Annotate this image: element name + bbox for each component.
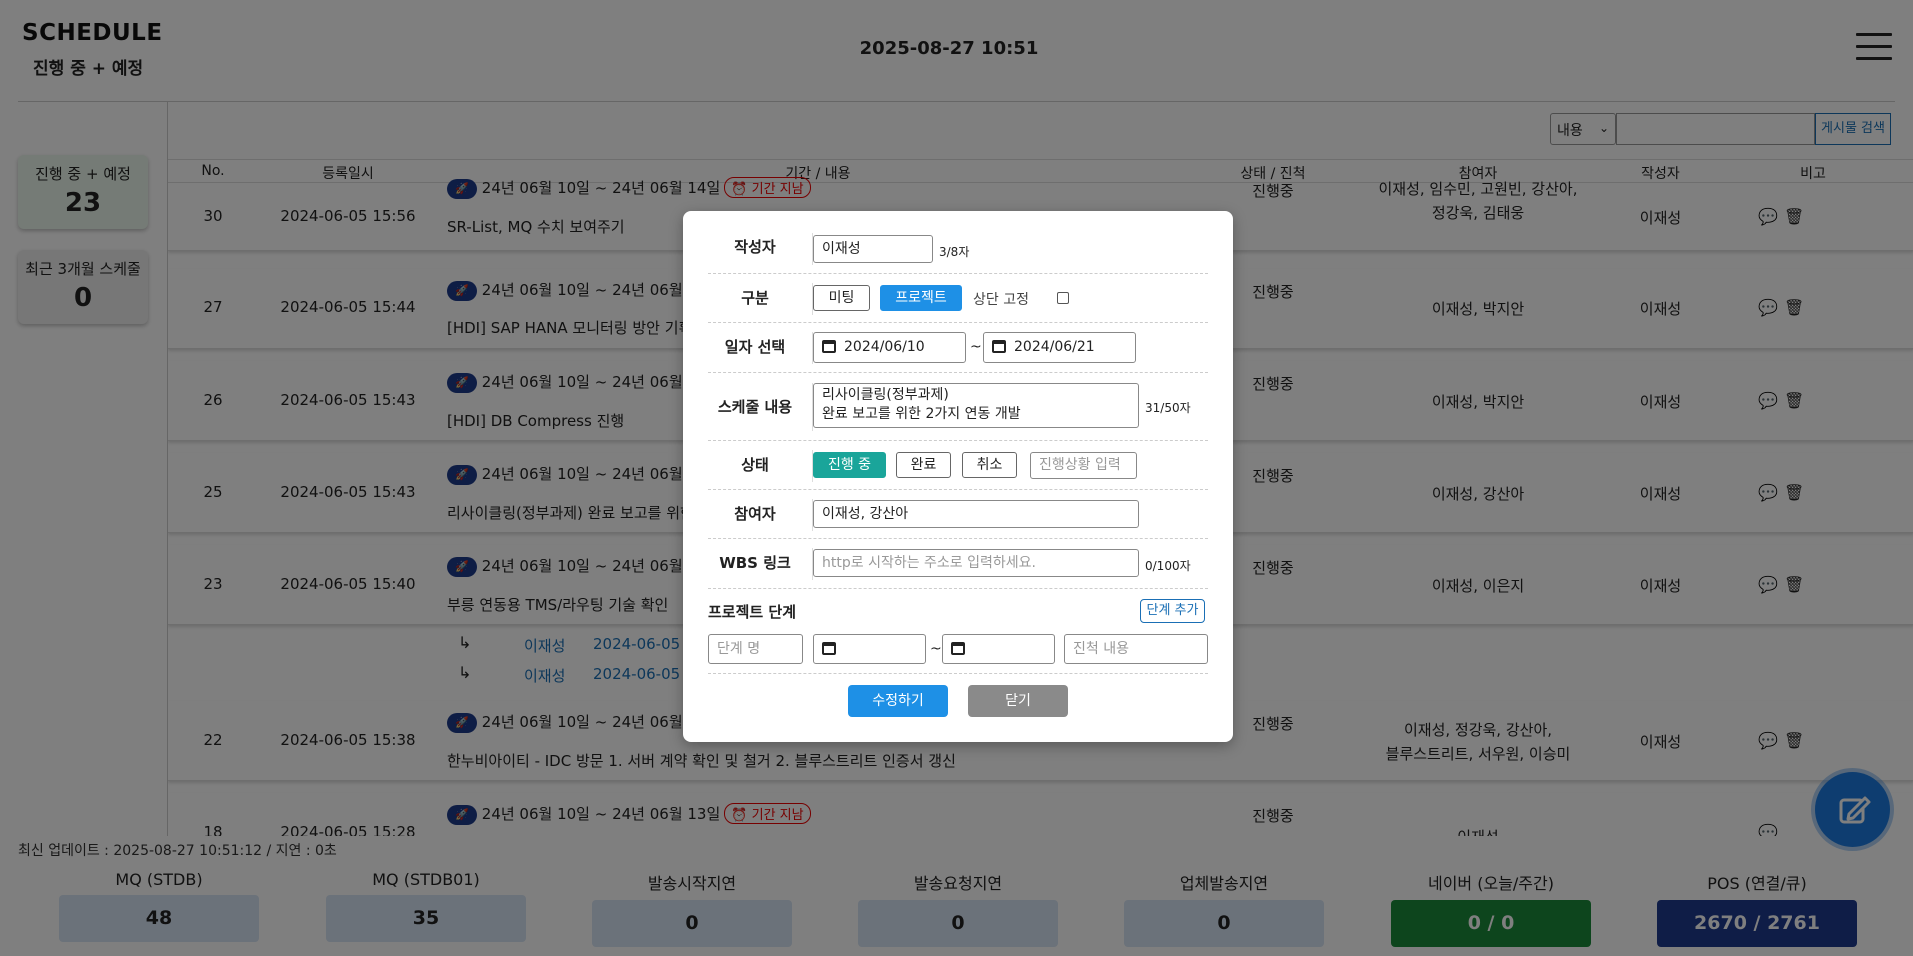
content-char-count: 31/50자 <box>1145 401 1191 415</box>
end-date-input[interactable]: 2024/06/21 <box>983 332 1136 363</box>
pin-top-checkbox[interactable] <box>1057 292 1069 304</box>
calendar-icon <box>992 340 1006 353</box>
type-project-button[interactable]: 프로젝트 <box>880 285 962 311</box>
author-row: 작성자 이재성 3/8자 <box>708 224 1208 274</box>
calendar-icon <box>822 340 836 353</box>
content-line: 완료 보고를 위한 2가지 연동 개발 <box>822 406 1021 422</box>
status-row: 상태 진행 중 완료 취소 진행상황 입력 <box>708 441 1208 490</box>
author-label: 작성자 <box>734 238 776 256</box>
stage-date-separator: ~ <box>930 641 942 657</box>
progress-input[interactable]: 진행상황 입력 <box>1030 452 1137 479</box>
wbs-link-input[interactable]: http로 시작하는 주소로 입력하세요. <box>813 549 1139 577</box>
type-label: 구분 <box>741 289 769 307</box>
status-done-button[interactable]: 완료 <box>896 452 951 478</box>
add-stage-button[interactable]: 단계 추가 <box>1140 599 1205 623</box>
participants-row: 참여자 이재성, 강산아 <box>708 490 1208 539</box>
wbs-label: WBS 링크 <box>719 554 791 572</box>
content-textarea[interactable]: 리사이클링(정부과제) 완료 보고를 위한 2가지 연동 개발 <box>813 383 1139 428</box>
submit-edit-button[interactable]: 수정하기 <box>848 685 948 717</box>
author-char-count: 3/8자 <box>939 245 970 259</box>
participants-label: 참여자 <box>734 505 776 523</box>
wbs-char-count: 0/100자 <box>1145 559 1191 573</box>
type-meeting-button[interactable]: 미팅 <box>813 285 870 311</box>
stage-end-date-input[interactable] <box>942 634 1055 664</box>
start-date-input[interactable]: 2024/06/10 <box>813 332 966 363</box>
calendar-icon <box>951 642 965 655</box>
content-line: 리사이클링(정부과제) <box>822 387 949 403</box>
close-modal-button[interactable]: 닫기 <box>968 685 1068 717</box>
wbs-row: WBS 링크 http로 시작하는 주소로 입력하세요. 0/100자 <box>708 539 1208 589</box>
project-stage-row: 프로젝트 단계 단계 추가 단계 명 ~ 진척 내용 <box>708 589 1208 674</box>
status-cancel-button[interactable]: 취소 <box>962 452 1017 478</box>
pin-top-label: 상단 고정 <box>973 292 1029 308</box>
start-date-value: 2024/06/10 <box>844 339 925 355</box>
end-date-value: 2024/06/21 <box>1014 339 1095 355</box>
stage-start-date-input[interactable] <box>813 634 926 664</box>
page: SCHEDULE 진행 중 + 예정 2025-08-27 10:51 진행 중… <box>0 0 1913 956</box>
author-input[interactable]: 이재성 <box>813 235 933 263</box>
participants-input[interactable]: 이재성, 강산아 <box>813 500 1139 528</box>
edit-schedule-modal: 작성자 이재성 3/8자 구분 미팅 프로젝트 상단 고정 일자 선택 2024… <box>683 211 1233 742</box>
content-label: 스케줄 내용 <box>717 398 793 416</box>
content-row: 스케줄 내용 리사이클링(정부과제) 완료 보고를 위한 2가지 연동 개발 31… <box>708 373 1208 441</box>
stage-progress-input[interactable]: 진척 내용 <box>1064 634 1208 664</box>
date-row: 일자 선택 2024/06/10 ~ 2024/06/21 <box>708 323 1208 373</box>
date-separator: ~ <box>970 339 982 355</box>
type-row: 구분 미팅 프로젝트 상단 고정 <box>708 274 1208 323</box>
project-stage-label: 프로젝트 단계 <box>708 603 797 621</box>
stage-name-input[interactable]: 단계 명 <box>708 634 803 664</box>
status-label: 상태 <box>741 456 769 474</box>
status-inprogress-button[interactable]: 진행 중 <box>813 452 886 478</box>
calendar-icon <box>822 642 836 655</box>
date-label: 일자 선택 <box>724 338 786 356</box>
